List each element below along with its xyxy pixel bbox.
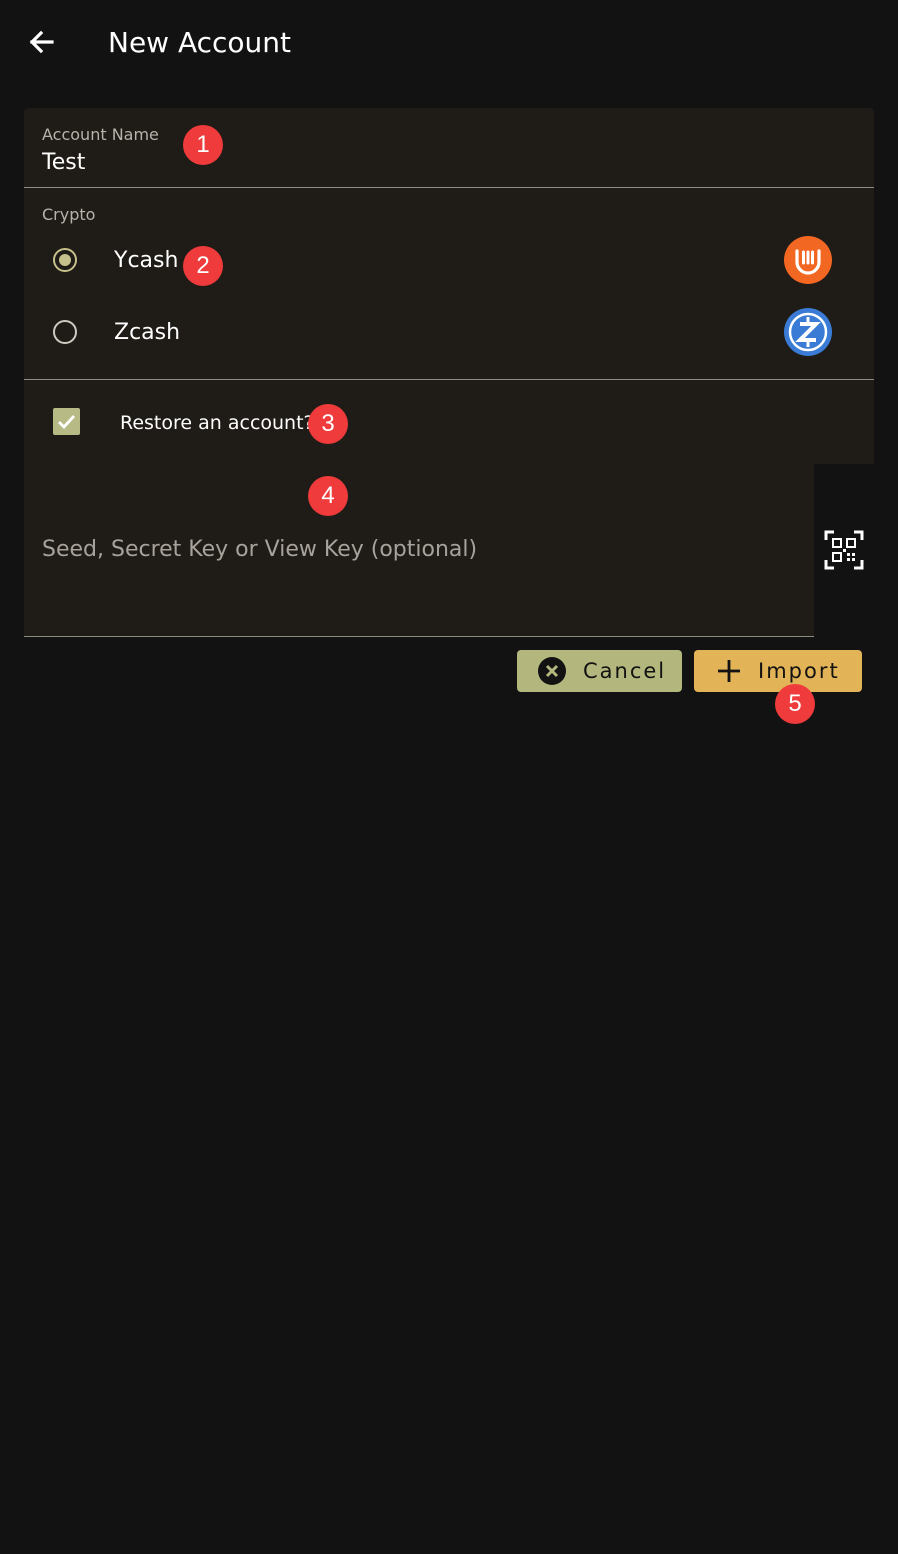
cancel-circle-icon [538,657,566,685]
option-label-ycash: Ycash [114,248,179,273]
restore-label[interactable]: Restore an account? [120,412,314,434]
cancel-label: Cancel [583,659,667,683]
cancel-button[interactable]: Cancel [517,650,682,692]
ycash-logo-icon [784,236,832,284]
arrow-left-icon [29,30,54,54]
check-icon [58,415,76,430]
zcash-logo-icon [784,308,832,356]
annotation-marker-1: 1 [183,125,223,165]
import-button[interactable]: Import [694,650,862,692]
annotation-marker-5: 5 [775,684,815,724]
radio-selected-dot [58,253,71,266]
qr-scan-button[interactable] [822,528,866,572]
annotation-marker-3: 3 [308,404,348,444]
restore-checkbox[interactable] [53,408,80,435]
back-button[interactable] [22,22,62,62]
radio-zcash[interactable] [53,320,77,344]
import-label: Import [758,659,840,683]
crypto-option-zcash[interactable]: Zcash [24,298,874,370]
qr-scan-icon [824,530,864,570]
crypto-option-ycash[interactable]: Ycash [24,226,874,298]
radio-ycash[interactable] [53,248,77,272]
annotation-marker-2: 2 [183,246,223,286]
plus-icon [718,660,740,682]
page-title: New Account [108,26,292,59]
account-name-label: Account Name [42,125,159,144]
seed-input-placeholder[interactable]: Seed, Secret Key or View Key (optional) [42,537,477,562]
option-label-zcash: Zcash [114,320,181,345]
crypto-label: Crypto [42,205,96,224]
account-name-input[interactable] [42,148,742,176]
annotation-marker-4: 4 [308,476,348,516]
